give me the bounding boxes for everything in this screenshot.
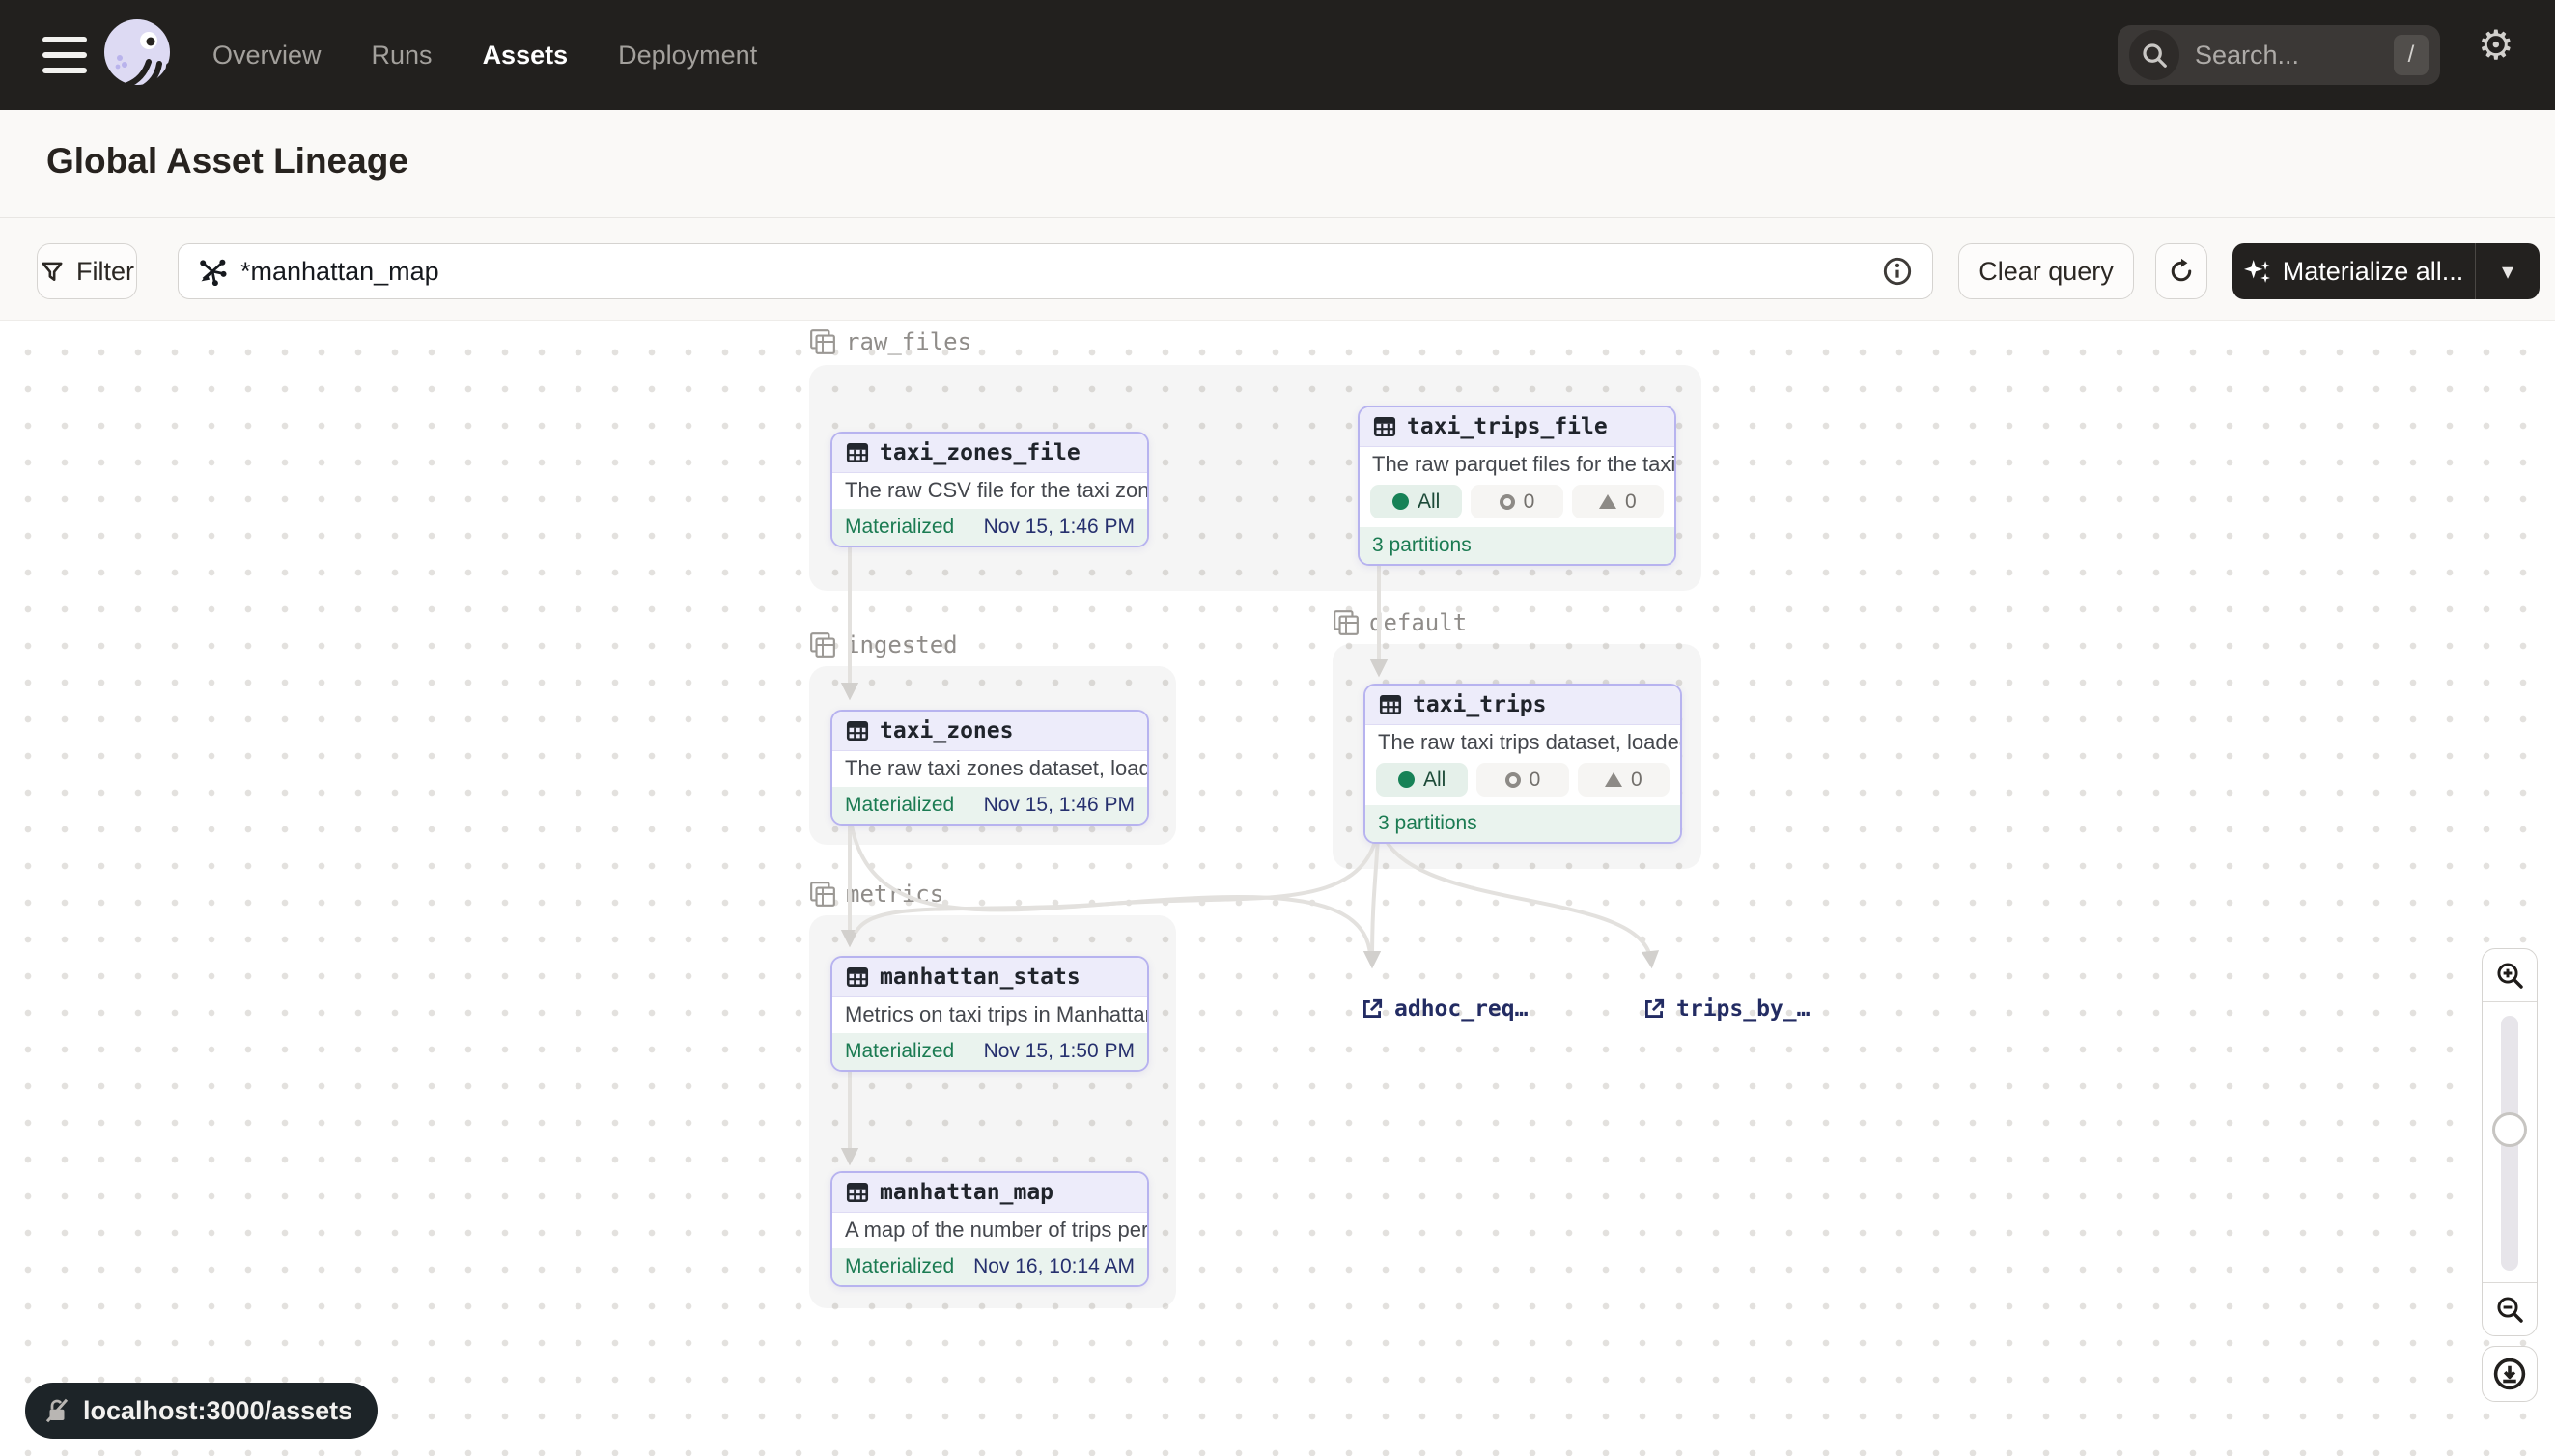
- asset-description: A map of the number of trips per taxi z.…: [832, 1213, 1147, 1248]
- asset-graph-icon: [198, 257, 227, 286]
- materialized-timestamp: Nov 15, 1:46 PM: [984, 794, 1135, 817]
- partition-badge-failed[interactable]: 0: [1572, 485, 1664, 518]
- settings-gear-icon[interactable]: ⚙: [2478, 21, 2514, 69]
- external-link-icon: [1642, 996, 1667, 1022]
- triangle-icon: [1599, 494, 1616, 509]
- asset-node-taxi-zones[interactable]: taxi_zones The raw taxi zones dataset, l…: [830, 710, 1149, 826]
- nav-overview[interactable]: Overview: [212, 41, 322, 70]
- external-asset-adhoc-request[interactable]: adhoc_req…: [1360, 996, 1528, 1022]
- partition-badge-failed[interactable]: 0: [1578, 763, 1670, 797]
- materialized-timestamp: Nov 15, 1:50 PM: [984, 1040, 1135, 1063]
- zoom-out-icon: [2494, 1294, 2525, 1325]
- asset-description: The raw parquet files for the taxi trips…: [1360, 447, 1674, 483]
- funnel-icon: [40, 259, 65, 284]
- asset-description: The raw CSV file for the taxi zones dat.…: [832, 473, 1147, 509]
- materialize-all-button[interactable]: Materialize all...: [2232, 243, 2475, 299]
- asset-node-taxi-zones-file[interactable]: taxi_zones_file The raw CSV file for the…: [830, 432, 1149, 547]
- group-label-default[interactable]: default: [1333, 609, 1467, 636]
- partition-badge-all[interactable]: All: [1376, 763, 1468, 797]
- page-title: Global Asset Lineage: [46, 141, 408, 182]
- asset-selection-value: *manhattan_map: [240, 257, 1882, 287]
- external-link-icon: [1360, 996, 1385, 1022]
- lock-slash-icon: [42, 1396, 71, 1425]
- group-icon: [809, 631, 836, 658]
- ring-icon: [1505, 772, 1521, 788]
- partitions-count: 3 partitions: [1360, 527, 1674, 564]
- asset-node-taxi-trips-file[interactable]: taxi_trips_file The raw parquet files fo…: [1358, 406, 1676, 566]
- ring-icon: [1500, 494, 1515, 510]
- global-search-input[interactable]: Search... /: [2118, 25, 2440, 85]
- refresh-query-button[interactable]: [2155, 243, 2207, 299]
- download-icon: [2492, 1357, 2527, 1391]
- materialized-status: Materialized: [845, 516, 954, 539]
- browser-url-pill: localhost:3000/assets: [25, 1383, 378, 1439]
- nav-deployment[interactable]: Deployment: [618, 41, 757, 70]
- info-icon[interactable]: [1882, 256, 1913, 287]
- asset-title: taxi_trips: [1413, 692, 1546, 717]
- asset-node-manhattan-stats[interactable]: manhattan_stats Metrics on taxi trips in…: [830, 956, 1149, 1072]
- top-nav: Overview Runs Assets Deployment Search..…: [0, 0, 2555, 110]
- triangle-icon: [1605, 772, 1622, 787]
- group-label-raw-files[interactable]: raw_files: [809, 328, 971, 355]
- asset-description: The raw taxi zones dataset, loaded int..…: [832, 751, 1147, 787]
- zoom-slider-thumb[interactable]: [2492, 1112, 2527, 1147]
- table-icon: [845, 718, 870, 743]
- partition-badge-missing[interactable]: 0: [1471, 485, 1562, 518]
- lineage-toolbar: Filter *manhattan_map Clear query Materi…: [0, 218, 2555, 321]
- search-shortcut-key: /: [2394, 35, 2429, 75]
- nav-links: Overview Runs Assets Deployment: [212, 0, 757, 110]
- materialized-status: Materialized: [845, 1040, 954, 1063]
- sparkle-icon: [2244, 258, 2271, 285]
- group-icon: [1333, 609, 1360, 636]
- partition-badge-all[interactable]: All: [1370, 485, 1462, 518]
- group-label-ingested[interactable]: ingested: [809, 631, 958, 658]
- filter-button[interactable]: Filter: [37, 243, 137, 299]
- zoom-control: [2482, 948, 2538, 1336]
- download-image-button[interactable]: [2482, 1346, 2538, 1402]
- asset-node-manhattan-map[interactable]: manhattan_map A map of the number of tri…: [830, 1171, 1149, 1287]
- refresh-icon: [2168, 258, 2195, 285]
- asset-title: taxi_zones_file: [880, 440, 1081, 465]
- success-dot-icon: [1398, 771, 1415, 788]
- table-icon: [845, 440, 870, 465]
- zoom-slider[interactable]: [2483, 1001, 2537, 1283]
- asset-description: The raw taxi trips dataset, loaded into …: [1365, 725, 1680, 761]
- materialize-all-button-group: Materialize all... ▾: [2232, 243, 2540, 299]
- nav-runs[interactable]: Runs: [372, 41, 433, 70]
- table-icon: [845, 965, 870, 990]
- asset-title: manhattan_stats: [880, 965, 1081, 990]
- success-dot-icon: [1392, 493, 1409, 510]
- clear-query-button[interactable]: Clear query: [1958, 243, 2134, 299]
- asset-node-taxi-trips[interactable]: taxi_trips The raw taxi trips dataset, l…: [1363, 684, 1682, 844]
- group-label-metrics[interactable]: metrics: [809, 881, 943, 908]
- asset-title: taxi_zones: [880, 718, 1013, 743]
- asset-title: taxi_trips_file: [1407, 414, 1608, 439]
- group-icon: [809, 328, 836, 355]
- zoom-out-button[interactable]: [2483, 1283, 2537, 1335]
- table-icon: [1372, 414, 1397, 439]
- table-icon: [845, 1180, 870, 1205]
- asset-description: Metrics on taxi trips in Manhattan: [832, 997, 1147, 1033]
- group-icon: [809, 881, 836, 908]
- table-icon: [1378, 692, 1403, 717]
- partitions-count: 3 partitions: [1365, 805, 1680, 842]
- materialized-timestamp: Nov 15, 1:46 PM: [984, 516, 1135, 539]
- materialized-status: Materialized: [845, 794, 954, 817]
- zoom-in-icon: [2494, 960, 2525, 991]
- search-placeholder: Search...: [2195, 41, 2394, 70]
- materialized-timestamp: Nov 16, 10:14 AM: [973, 1255, 1135, 1278]
- zoom-in-button[interactable]: [2483, 949, 2537, 1001]
- materialized-status: Materialized: [845, 1255, 954, 1278]
- asset-title: manhattan_map: [880, 1180, 1053, 1205]
- page-header: Global Asset Lineage Reload definitions: [0, 110, 2555, 218]
- materialize-dropdown-caret[interactable]: ▾: [2476, 243, 2540, 299]
- external-asset-trips-by-week[interactable]: trips_by_…: [1642, 996, 1810, 1022]
- url-text: localhost:3000/assets: [83, 1396, 352, 1426]
- menu-icon[interactable]: [42, 37, 87, 73]
- dagster-logo[interactable]: [98, 15, 176, 93]
- search-icon: [2129, 30, 2179, 80]
- nav-assets[interactable]: Assets: [483, 41, 569, 70]
- asset-selection-input[interactable]: *manhattan_map: [178, 243, 1933, 299]
- partition-badge-missing[interactable]: 0: [1476, 763, 1568, 797]
